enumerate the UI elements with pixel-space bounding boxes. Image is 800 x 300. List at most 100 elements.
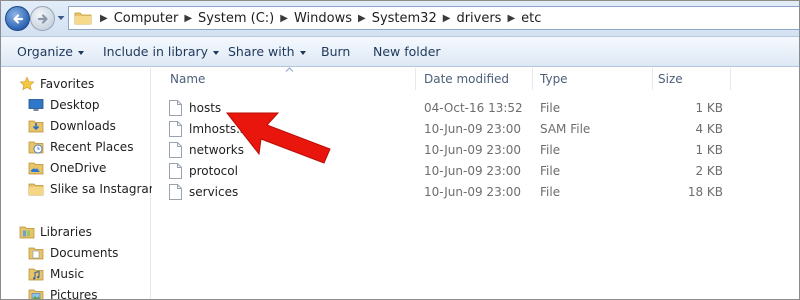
file-size: 1 KB xyxy=(695,101,723,115)
new-folder-button[interactable]: New folder xyxy=(373,44,441,59)
back-button[interactable] xyxy=(5,6,30,31)
chevron-down-icon xyxy=(78,50,84,55)
file-size: 18 KB xyxy=(687,185,723,199)
file-type: File xyxy=(540,185,561,199)
file-type: File xyxy=(540,143,561,157)
chevron-down-icon xyxy=(213,50,220,55)
include-in-library-button[interactable]: Include in library xyxy=(103,44,220,59)
chevron-right-icon[interactable]: ▶ xyxy=(184,13,192,24)
column-divider[interactable] xyxy=(415,68,416,90)
back-arrow-icon xyxy=(12,13,23,24)
desktop-icon xyxy=(28,99,44,111)
file-name: protocol xyxy=(189,164,238,178)
command-bar: Organize Include in library Share with B… xyxy=(1,37,799,67)
column-header-type[interactable]: Type xyxy=(540,72,568,86)
libraries-icon xyxy=(19,226,35,239)
nav-item-desktop[interactable]: Desktop xyxy=(28,95,100,115)
nav-item-documents[interactable]: Documents xyxy=(28,243,118,263)
organize-label: Organize xyxy=(17,44,73,59)
nav-libraries-label: Libraries xyxy=(40,225,92,239)
folder-icon xyxy=(74,12,92,25)
nav-item-slike-sa-instagrama[interactable]: Slike sa Instagrama xyxy=(28,179,168,199)
file-date: 10-Jun-09 23:00 xyxy=(424,164,522,178)
nav-item-label: Pictures xyxy=(50,288,98,300)
organize-button[interactable]: Organize xyxy=(17,44,84,59)
nav-item-recent-places[interactable]: Recent Places xyxy=(28,137,133,157)
file-icon xyxy=(169,142,182,158)
chevron-right-icon[interactable]: ▶ xyxy=(280,13,288,24)
column-header-row: Name Date modified Type Size xyxy=(152,67,799,90)
chevron-right-icon[interactable]: ▶ xyxy=(358,13,366,24)
folder-icon xyxy=(28,183,44,196)
breadcrumb-computer[interactable]: Computer xyxy=(114,11,179,26)
nav-item-pictures[interactable]: Pictures xyxy=(28,285,98,300)
file-row-lmhosts[interactable]: lmhosts.sam 10-Jun-09 23:00 SAM File 4 K… xyxy=(152,119,799,140)
file-row-protocol[interactable]: protocol 10-Jun-09 23:00 File 2 KB xyxy=(152,161,799,182)
file-name: networks xyxy=(189,143,244,157)
chevron-right-icon[interactable]: ▶ xyxy=(507,13,515,24)
nav-item-label: Documents xyxy=(50,246,119,260)
forward-arrow-icon xyxy=(37,13,48,24)
column-header-name[interactable]: Name xyxy=(170,72,205,86)
nav-item-label: Music xyxy=(50,267,85,281)
recent-places-icon xyxy=(28,141,44,154)
navigation-pane: Favorites Desktop Downloads Recent Place… xyxy=(1,68,168,300)
forward-button[interactable] xyxy=(30,6,55,31)
file-type: File xyxy=(540,164,561,178)
address-bar[interactable]: ▶ Computer ▶ System (C:) ▶ Windows ▶ Sys… xyxy=(68,6,799,30)
pictures-icon xyxy=(28,289,44,299)
onedrive-icon xyxy=(28,162,44,175)
column-header-date-modified[interactable]: Date modified xyxy=(424,72,509,86)
explorer-window: ▶ Computer ▶ System (C:) ▶ Windows ▶ Sys… xyxy=(0,0,800,300)
file-size: 1 KB xyxy=(695,143,723,157)
breadcrumb-drivers[interactable]: drivers xyxy=(456,11,501,26)
file-type: SAM File xyxy=(540,122,591,136)
nav-favorites[interactable]: Favorites xyxy=(19,74,94,94)
share-with-label: Share with xyxy=(228,44,295,59)
nav-item-label: Slike sa Instagrama xyxy=(50,182,168,196)
downloads-icon xyxy=(28,120,44,133)
address-row: ▶ Computer ▶ System (C:) ▶ Windows ▶ Sys… xyxy=(1,1,799,37)
file-list: Name Date modified Type Size hosts 04-Oc… xyxy=(152,67,799,299)
file-icon xyxy=(169,100,182,116)
nav-item-label: Recent Places xyxy=(50,140,134,154)
chevron-right-icon[interactable]: ▶ xyxy=(443,13,451,24)
chevron-down-icon xyxy=(299,50,306,55)
nav-item-label: Downloads xyxy=(50,119,116,133)
file-size: 2 KB xyxy=(695,164,723,178)
file-date: 10-Jun-09 23:00 xyxy=(424,122,522,136)
column-header-size[interactable]: Size xyxy=(658,72,683,86)
music-icon xyxy=(28,268,44,281)
recent-pages-dropdown[interactable] xyxy=(57,13,65,23)
column-divider[interactable] xyxy=(652,68,653,90)
sort-ascending-icon xyxy=(285,67,294,72)
column-divider[interactable] xyxy=(730,68,731,90)
nav-favorites-label: Favorites xyxy=(40,77,95,91)
breadcrumb-etc[interactable]: etc xyxy=(521,11,541,26)
burn-button[interactable]: Burn xyxy=(321,44,350,59)
file-date: 10-Jun-09 23:00 xyxy=(424,143,522,157)
column-divider[interactable] xyxy=(532,68,533,90)
breadcrumb-system32[interactable]: System32 xyxy=(372,11,437,26)
file-icon xyxy=(169,121,182,137)
nav-libraries[interactable]: Libraries xyxy=(19,222,92,242)
include-in-library-label: Include in library xyxy=(103,44,209,59)
file-icon xyxy=(169,163,182,179)
share-with-button[interactable]: Share with xyxy=(228,44,306,59)
file-icon xyxy=(169,184,182,200)
nav-item-label: OneDrive xyxy=(50,161,107,175)
breadcrumb-system-c[interactable]: System (C:) xyxy=(198,11,274,26)
star-icon xyxy=(19,76,35,91)
file-row-hosts[interactable]: hosts 04-Oct-16 13:52 File 1 KB xyxy=(152,98,799,119)
nav-item-onedrive[interactable]: OneDrive xyxy=(28,158,106,178)
file-row-services[interactable]: services 10-Jun-09 23:00 File 18 KB xyxy=(152,182,799,203)
file-name: lmhosts.sam xyxy=(189,122,266,136)
file-size: 4 KB xyxy=(695,122,723,136)
chevron-right-icon[interactable]: ▶ xyxy=(100,13,108,24)
file-row-networks[interactable]: networks 10-Jun-09 23:00 File 1 KB xyxy=(152,140,799,161)
documents-icon xyxy=(28,247,44,260)
breadcrumb-windows[interactable]: Windows xyxy=(294,11,352,26)
file-date: 10-Jun-09 23:00 xyxy=(424,185,522,199)
nav-item-music[interactable]: Music xyxy=(28,264,84,284)
nav-item-downloads[interactable]: Downloads xyxy=(28,116,116,136)
